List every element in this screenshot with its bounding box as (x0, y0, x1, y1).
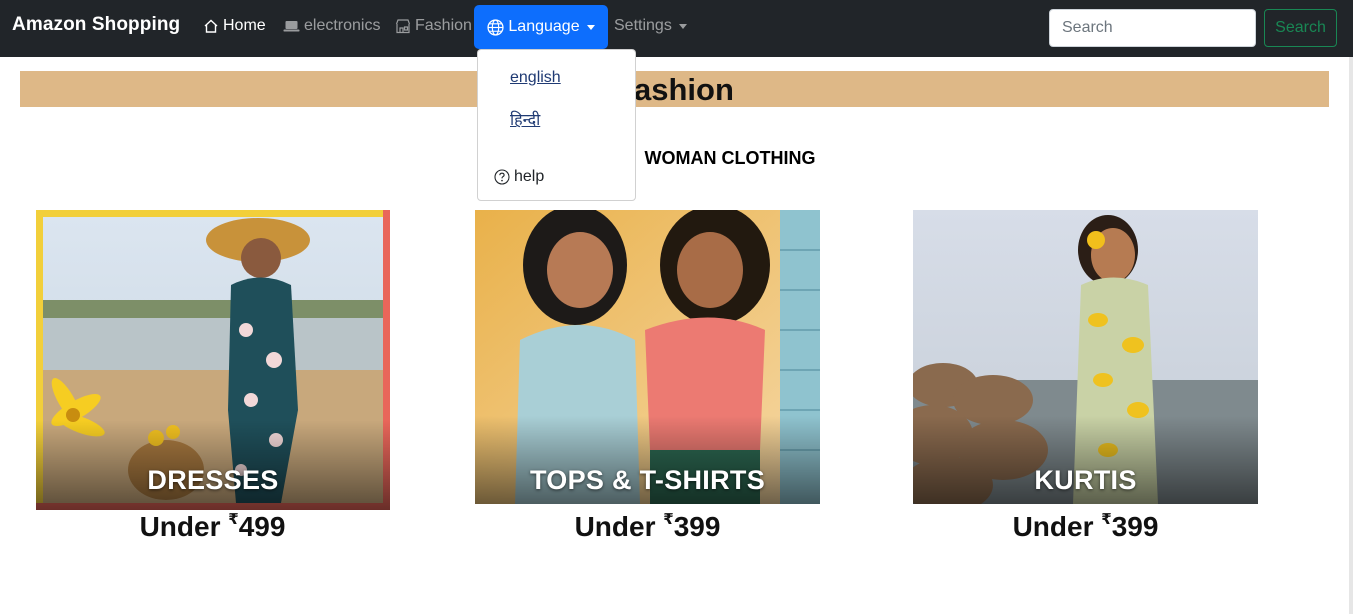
caret-down-icon (678, 23, 687, 29)
tops-photo (475, 210, 820, 504)
product-price: Under ₹399 (475, 511, 820, 543)
settings-dropdown-toggle[interactable]: Settings (614, 17, 687, 35)
navbar: Amazon Shopping Home electronics Fashion… (0, 0, 1353, 57)
product-image-kurtis[interactable]: KURTIS (913, 210, 1258, 504)
brand-logo[interactable]: Amazon Shopping (12, 14, 180, 36)
price-prefix: Under (139, 511, 229, 542)
rupee-symbol: ₹ (663, 510, 674, 528)
caret-down-icon (586, 24, 595, 30)
price-prefix: Under (1012, 511, 1102, 542)
search-button[interactable]: Search (1264, 9, 1337, 47)
language-dropdown-toggle[interactable]: Language (474, 5, 608, 49)
price-value: 499 (238, 511, 286, 542)
product-price: Under ₹399 (913, 511, 1258, 543)
search-input[interactable] (1049, 9, 1256, 47)
product-label: TOPS & T-SHIRTS (529, 465, 766, 495)
language-dropdown-menu: english हिन्दी help (477, 49, 636, 201)
nav-fashion-label: Fashion (415, 17, 472, 34)
menu-item-help[interactable]: help (494, 168, 544, 186)
settings-label: Settings (614, 17, 672, 34)
kurtis-photo (913, 210, 1258, 504)
price-value: 399 (673, 511, 721, 542)
rupee-symbol: ₹ (228, 510, 239, 528)
house-icon (204, 19, 218, 33)
product-label: KURTIS (1034, 465, 1137, 495)
product-label: DRESSES (147, 465, 279, 495)
nav-home-label: Home (223, 17, 266, 34)
category-heading: WOMAN CLOTHING (644, 148, 816, 168)
nav-electronics-label: electronics (304, 17, 381, 34)
page-title: Fashion (615, 72, 734, 107)
product-price: Under ₹499 (40, 511, 385, 543)
nav-home[interactable]: Home (203, 17, 266, 35)
price-prefix: Under (574, 511, 664, 542)
menu-item-english[interactable]: english (510, 69, 561, 87)
scrollbar[interactable] (1349, 57, 1353, 614)
shop-icon (395, 19, 411, 34)
section-banner: Fashion (20, 71, 1329, 107)
help-label: help (514, 168, 545, 185)
product-image-dresses[interactable]: DRESSES (36, 210, 390, 510)
language-label: Language (508, 18, 580, 35)
menu-item-hindi[interactable]: हिन्दी (510, 108, 540, 130)
price-value: 399 (1111, 511, 1159, 542)
product-image-tops[interactable]: TOPS & T-SHIRTS (475, 210, 820, 504)
question-circle-icon (494, 169, 510, 185)
nav-electronics[interactable]: electronics (283, 17, 380, 35)
laptop-icon (283, 21, 300, 32)
nav-fashion[interactable]: Fashion (395, 17, 472, 35)
rupee-symbol: ₹ (1101, 510, 1112, 528)
globe-icon (487, 18, 504, 36)
